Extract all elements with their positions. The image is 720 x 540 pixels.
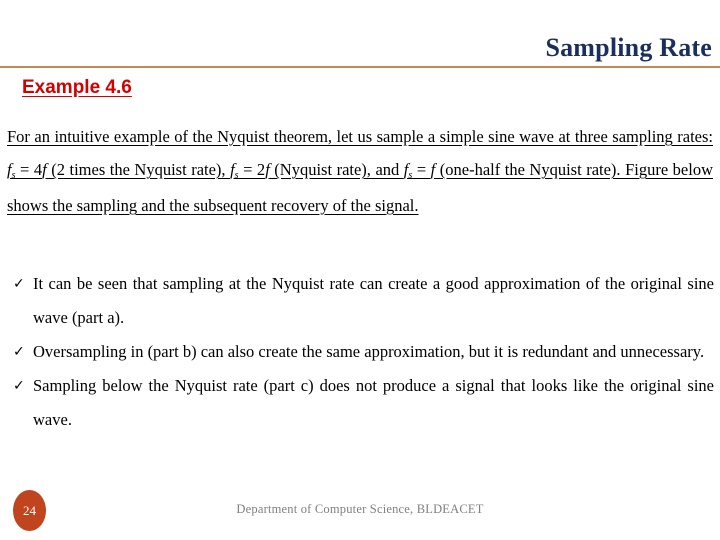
symbol-f-base-1: f	[7, 160, 12, 179]
list-item: ✓ It can be seen that sampling at the Ny…	[10, 267, 714, 335]
list-item-label: Oversampling in (part b) can also create…	[33, 342, 705, 361]
paragraph-segment-5: (Nyquist rate), and	[269, 160, 404, 179]
paragraph-segment-6: =	[412, 160, 431, 179]
symbol-f-base-2: f	[230, 160, 235, 179]
list-item-label: It can be seen that sampling at the Nyqu…	[33, 274, 714, 327]
checkmark-icon: ✓	[13, 378, 25, 394]
paragraph-segment-2: = 4	[15, 160, 43, 179]
checkmark-icon: ✓	[13, 276, 25, 292]
footer-credit: Department of Computer Science, BLDEACET	[236, 502, 484, 516]
bullet-list: ✓ It can be seen that sampling at the Ny…	[10, 267, 714, 437]
list-item-label: Sampling below the Nyquist rate (part c)…	[33, 376, 714, 429]
paragraph-segment-3: (2 times the Nyquist rate),	[46, 160, 231, 179]
list-item: ✓ Oversampling in (part b) can also crea…	[10, 335, 714, 369]
symbol-f-subscript-2: s	[234, 170, 239, 181]
symbol-f-subscript-1: s	[11, 170, 16, 181]
symbol-f-subscript-3: s	[408, 170, 413, 181]
checkmark-icon: ✓	[13, 344, 25, 360]
slide-canvas: Sampling Rate Example 4.6 For an intuiti…	[0, 0, 720, 540]
intro-paragraph: For an intuitive example of the Nyquist …	[7, 120, 713, 222]
example-heading: Example 4.6	[22, 77, 132, 98]
title-divider-rule	[0, 66, 720, 68]
symbol-fs-1: fs	[7, 160, 16, 181]
page-title: Sampling Rate	[545, 33, 712, 62]
symbol-fs-2: fs	[230, 160, 239, 181]
paragraph-segment-1: For an intuitive example of the Nyquist …	[7, 127, 713, 146]
paragraph-segment-4: = 2	[238, 160, 266, 179]
list-item: ✓ Sampling below the Nyquist rate (part …	[10, 369, 714, 437]
